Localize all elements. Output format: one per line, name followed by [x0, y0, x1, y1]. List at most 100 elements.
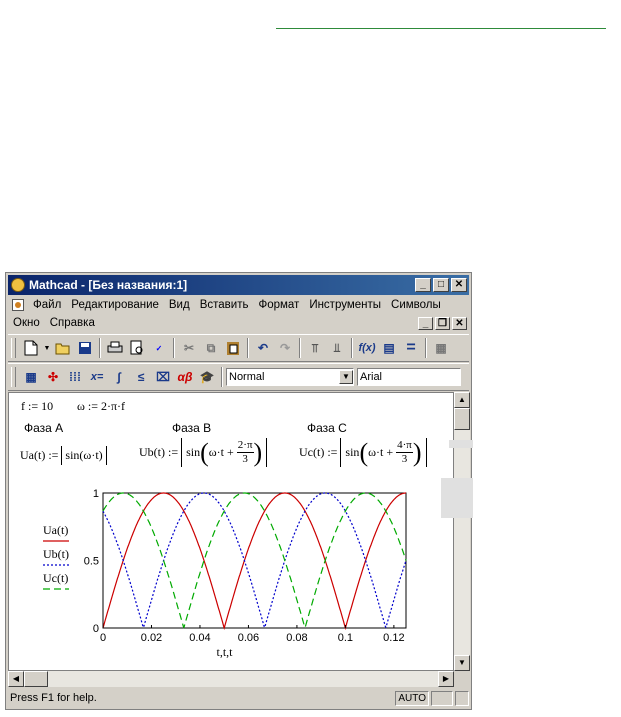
matrix-icon[interactable]: ⁞⁞⁞	[65, 367, 85, 387]
x-tick-label: 0.06	[238, 632, 259, 644]
unit-icon[interactable]: ▤	[379, 338, 399, 358]
copy-icon[interactable]: ⧉	[201, 338, 221, 358]
chevron-down-icon[interactable]: ▼	[339, 370, 353, 384]
x-tick-label: 0.08	[286, 632, 307, 644]
phase-c-label[interactable]: Фаза C	[307, 421, 347, 435]
doc-close-button[interactable]: ✕	[452, 316, 467, 330]
format-toolbar: ▦ ✣ ⁞⁞⁞ x= ∫ ≤ ⌧ αβ 🎓 Normal ▼ Arial	[8, 363, 469, 391]
worksheet[interactable]: f := 10 ω := 2·π·f Фаза A Фаза B Фаза C …	[8, 392, 454, 671]
horizontal-scrollbar[interactable]: ◀ ▶	[8, 671, 454, 687]
x-tick-label: 0.02	[141, 632, 162, 644]
ub-definition[interactable]: Ub(t) := sin ( ω·t + 2·π 3 )	[139, 438, 268, 467]
resources-icon[interactable]: ▦	[431, 338, 451, 358]
legend-label: Ua(t)	[43, 523, 68, 537]
chevron-down-icon[interactable]: ▼	[43, 338, 51, 358]
graph-icon[interactable]: ✣	[43, 367, 63, 387]
menu-symbolics[interactable]: Символы	[386, 299, 446, 311]
symbolic-icon[interactable]: 🎓	[197, 367, 217, 387]
doc-restore-button[interactable]: ❐	[435, 316, 450, 330]
status-bar: Press F1 for help. AUTO	[8, 689, 469, 707]
preview-icon[interactable]	[127, 338, 147, 358]
status-mode: AUTO	[395, 690, 429, 706]
spell-icon[interactable]: ✓	[149, 338, 169, 358]
minimize-button[interactable]: _	[415, 278, 431, 292]
greek-icon[interactable]: αβ	[175, 367, 195, 387]
style-value: Normal	[229, 371, 265, 383]
scroll-down-button[interactable]: ▼	[454, 655, 470, 671]
undo-icon[interactable]: ↶	[253, 338, 273, 358]
legend-label: Ub(t)	[43, 547, 69, 561]
print-icon[interactable]	[105, 338, 125, 358]
phase-b-label[interactable]: Фаза B	[172, 421, 211, 435]
plot-frame	[102, 492, 407, 629]
scroll-left-button[interactable]: ◀	[8, 671, 24, 687]
ghost-fragment	[441, 478, 473, 518]
window-title: Mathcad - [Без названия:1]	[29, 278, 188, 292]
x-tick-label: 0.12	[383, 632, 404, 644]
menu-help[interactable]: Справка	[45, 317, 100, 329]
document-icon[interactable]	[12, 299, 24, 311]
phase-plot[interactable]: 0 0.02 0.04 0.06 0.08 0.1 0.12 0 0.5 1 t,t,t Ua(t) U…	[9, 489, 454, 671]
standard-toolbar: ▼ ✓ ✂ ⧉ ↶ ↷ ⫪ ⫫ f(x) ▤ = ▦	[8, 334, 469, 362]
paste-icon[interactable]	[223, 338, 243, 358]
boolean-icon[interactable]: ≤	[131, 367, 151, 387]
menu-window[interactable]: Окно	[8, 317, 45, 329]
calculus-icon[interactable]: ∫	[109, 367, 129, 387]
style-select[interactable]: Normal ▼	[226, 368, 354, 386]
menu-format[interactable]: Формат	[253, 299, 304, 311]
x-tick-label: 0	[100, 632, 106, 644]
vertical-scrollbar[interactable]: ▲ ▼	[454, 392, 470, 671]
series-line-1	[102, 492, 406, 631]
vertical-scroll-thumb[interactable]	[454, 408, 470, 430]
title-bar[interactable]: Mathcad - [Без названия:1] _ □ ✕	[8, 275, 469, 295]
font-select[interactable]: Arial	[357, 368, 461, 386]
equals-icon[interactable]: =	[401, 338, 421, 358]
menu-file[interactable]: Файл	[28, 299, 66, 311]
scroll-up-button[interactable]: ▲	[454, 392, 470, 408]
menu-bar-row2: Окно Справка _ ❐ ✕	[8, 314, 469, 332]
ua-definition[interactable]: Ua(t) := sin(ω·t)	[20, 446, 107, 465]
status-panel	[431, 690, 453, 706]
doc-minimize-button[interactable]: _	[418, 316, 433, 330]
phase-a-label[interactable]: Фаза A	[24, 421, 63, 435]
series-line-2	[102, 492, 407, 629]
mathcad-app-icon[interactable]	[11, 278, 25, 292]
ghost-fragment	[449, 440, 473, 448]
uc-definition[interactable]: Uc(t) := sin ( ω·t + 4·π 3 )	[299, 438, 427, 467]
align-bottom-icon[interactable]: ⫫	[327, 338, 347, 358]
y-tick-label: 0	[93, 623, 99, 635]
toolbar-grip[interactable]	[11, 338, 16, 358]
open-icon[interactable]	[53, 338, 73, 358]
series-line-3	[102, 492, 407, 629]
status-help: Press F1 for help.	[10, 692, 97, 704]
x-tick-label: 0.1	[338, 632, 353, 644]
new-doc-icon[interactable]	[21, 338, 41, 358]
programming-icon[interactable]: ⌧	[153, 367, 173, 387]
x-axis-label: t,t,t	[216, 645, 233, 659]
scroll-right-button[interactable]: ▶	[438, 671, 454, 687]
resize-grip[interactable]	[455, 690, 469, 706]
menu-insert[interactable]: Вставить	[195, 299, 254, 311]
toolbar-grip[interactable]	[11, 367, 16, 387]
maximize-button[interactable]: □	[433, 278, 449, 292]
menu-tools[interactable]: Инструменты	[304, 299, 386, 311]
menu-edit[interactable]: Редактирование	[66, 299, 164, 311]
function-icon[interactable]: f(x)	[357, 338, 377, 358]
align-top-icon[interactable]: ⫪	[305, 338, 325, 358]
mathcad-window: Mathcad - [Без названия:1] _ □ ✕ Файл Ре…	[5, 272, 472, 710]
cut-icon[interactable]: ✂	[179, 338, 199, 358]
y-tick-label: 1	[93, 489, 99, 500]
horizontal-scroll-thumb[interactable]	[24, 671, 48, 687]
legend-label: Uc(t)	[43, 571, 68, 585]
def-omega[interactable]: ω := 2·π·f	[77, 399, 125, 414]
font-value: Arial	[360, 371, 383, 383]
x-tick-label: 0.04	[189, 632, 210, 644]
save-icon[interactable]	[75, 338, 95, 358]
top-rule	[276, 28, 606, 29]
menu-view[interactable]: Вид	[164, 299, 195, 311]
redo-icon[interactable]: ↷	[275, 338, 295, 358]
calculator-icon[interactable]: ▦	[21, 367, 41, 387]
def-f[interactable]: f := 10	[21, 399, 53, 414]
close-button[interactable]: ✕	[451, 278, 467, 292]
evaluate-icon[interactable]: x=	[87, 367, 107, 387]
